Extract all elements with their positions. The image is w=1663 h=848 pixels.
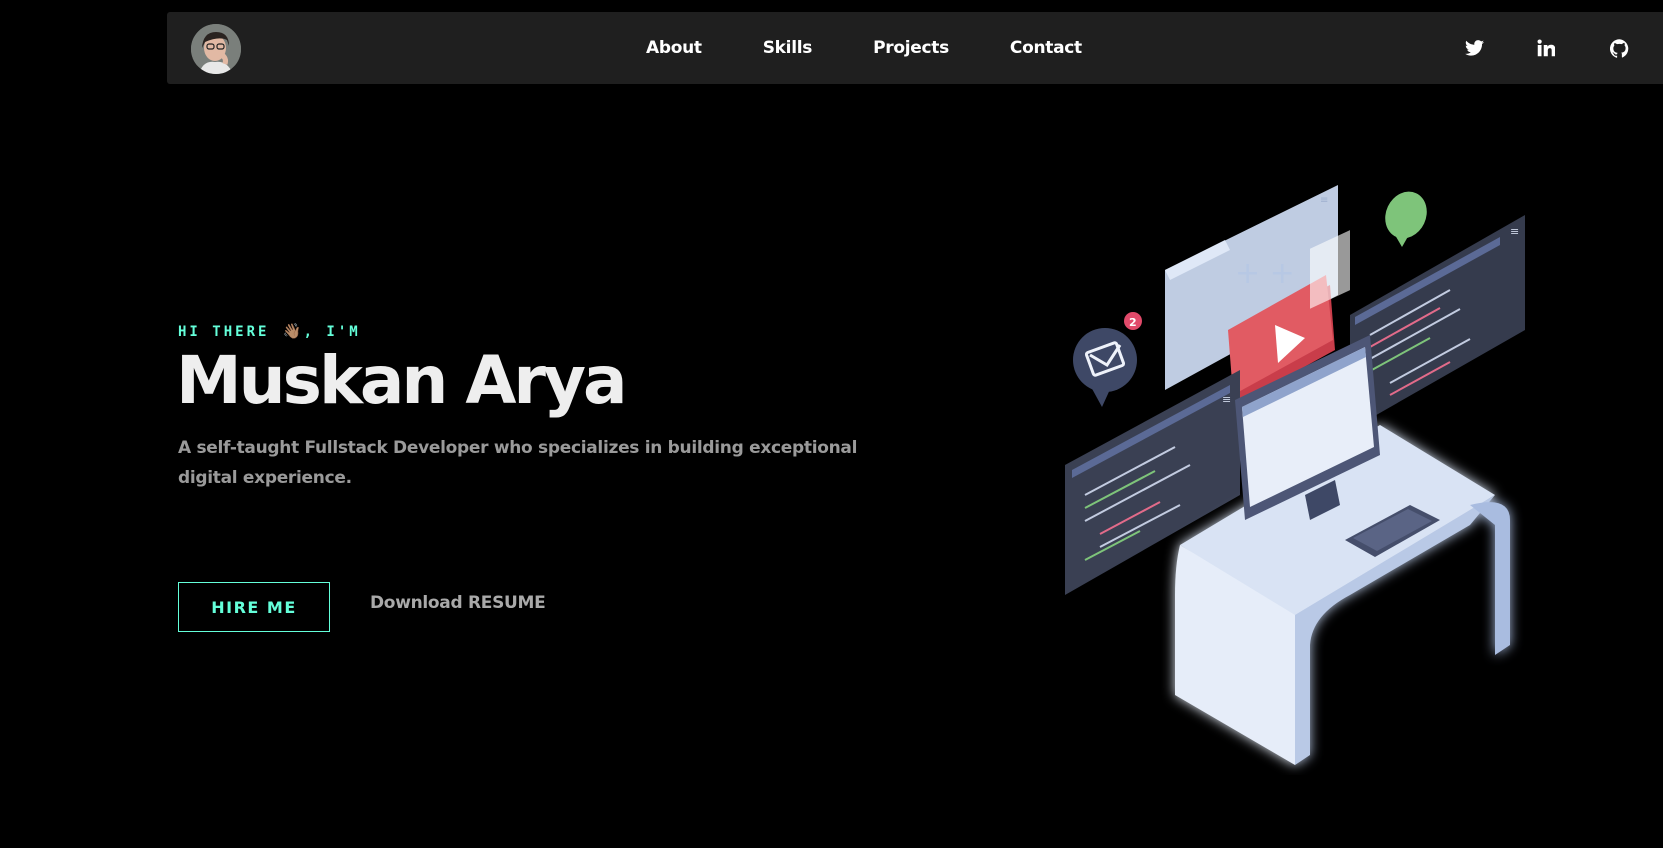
nav-link-about[interactable]: About [646, 38, 702, 58]
avatar-image [191, 24, 241, 74]
svg-text:≡: ≡ [1222, 393, 1231, 406]
greeting-suffix: , I'M [303, 324, 361, 340]
hero-description: A self-taught Fullstack Developer who sp… [178, 438, 858, 488]
nav-links: About Skills Projects Contact [646, 12, 1082, 84]
greeting: HI THERE 👋🏽, I'M [178, 322, 361, 340]
svg-text:≡: ≡ [1510, 225, 1519, 238]
svg-text:≡: ≡ [1320, 195, 1328, 206]
wave-emoji: 👋🏽 [282, 322, 302, 340]
avatar[interactable] [191, 24, 241, 74]
twitter-icon[interactable] [1462, 36, 1486, 60]
mail-notification-icon: 2 [1073, 312, 1142, 407]
navbar: About Skills Projects Contact [167, 12, 1663, 84]
svg-text:+ +: + + [1235, 256, 1295, 291]
nav-link-projects[interactable]: Projects [873, 38, 949, 58]
workspace-illustration: ≡ + + ≡ 2 ≡ [1065, 185, 1525, 765]
greeting-prefix: HI THERE [178, 324, 270, 340]
chat-bubble-icon [1385, 191, 1427, 247]
hire-me-button[interactable]: HIRE ME [178, 582, 330, 632]
nav-link-contact[interactable]: Contact [1010, 38, 1082, 58]
download-resume-link[interactable]: Download RESUME [370, 593, 546, 613]
nav-link-skills[interactable]: Skills [763, 38, 813, 58]
linkedin-icon[interactable] [1534, 36, 1558, 60]
hero-name: Muskan Arya [176, 342, 628, 419]
notification-count: 2 [1129, 316, 1137, 329]
github-icon[interactable] [1607, 36, 1631, 60]
code-panel-right: ≡ [1350, 215, 1525, 430]
